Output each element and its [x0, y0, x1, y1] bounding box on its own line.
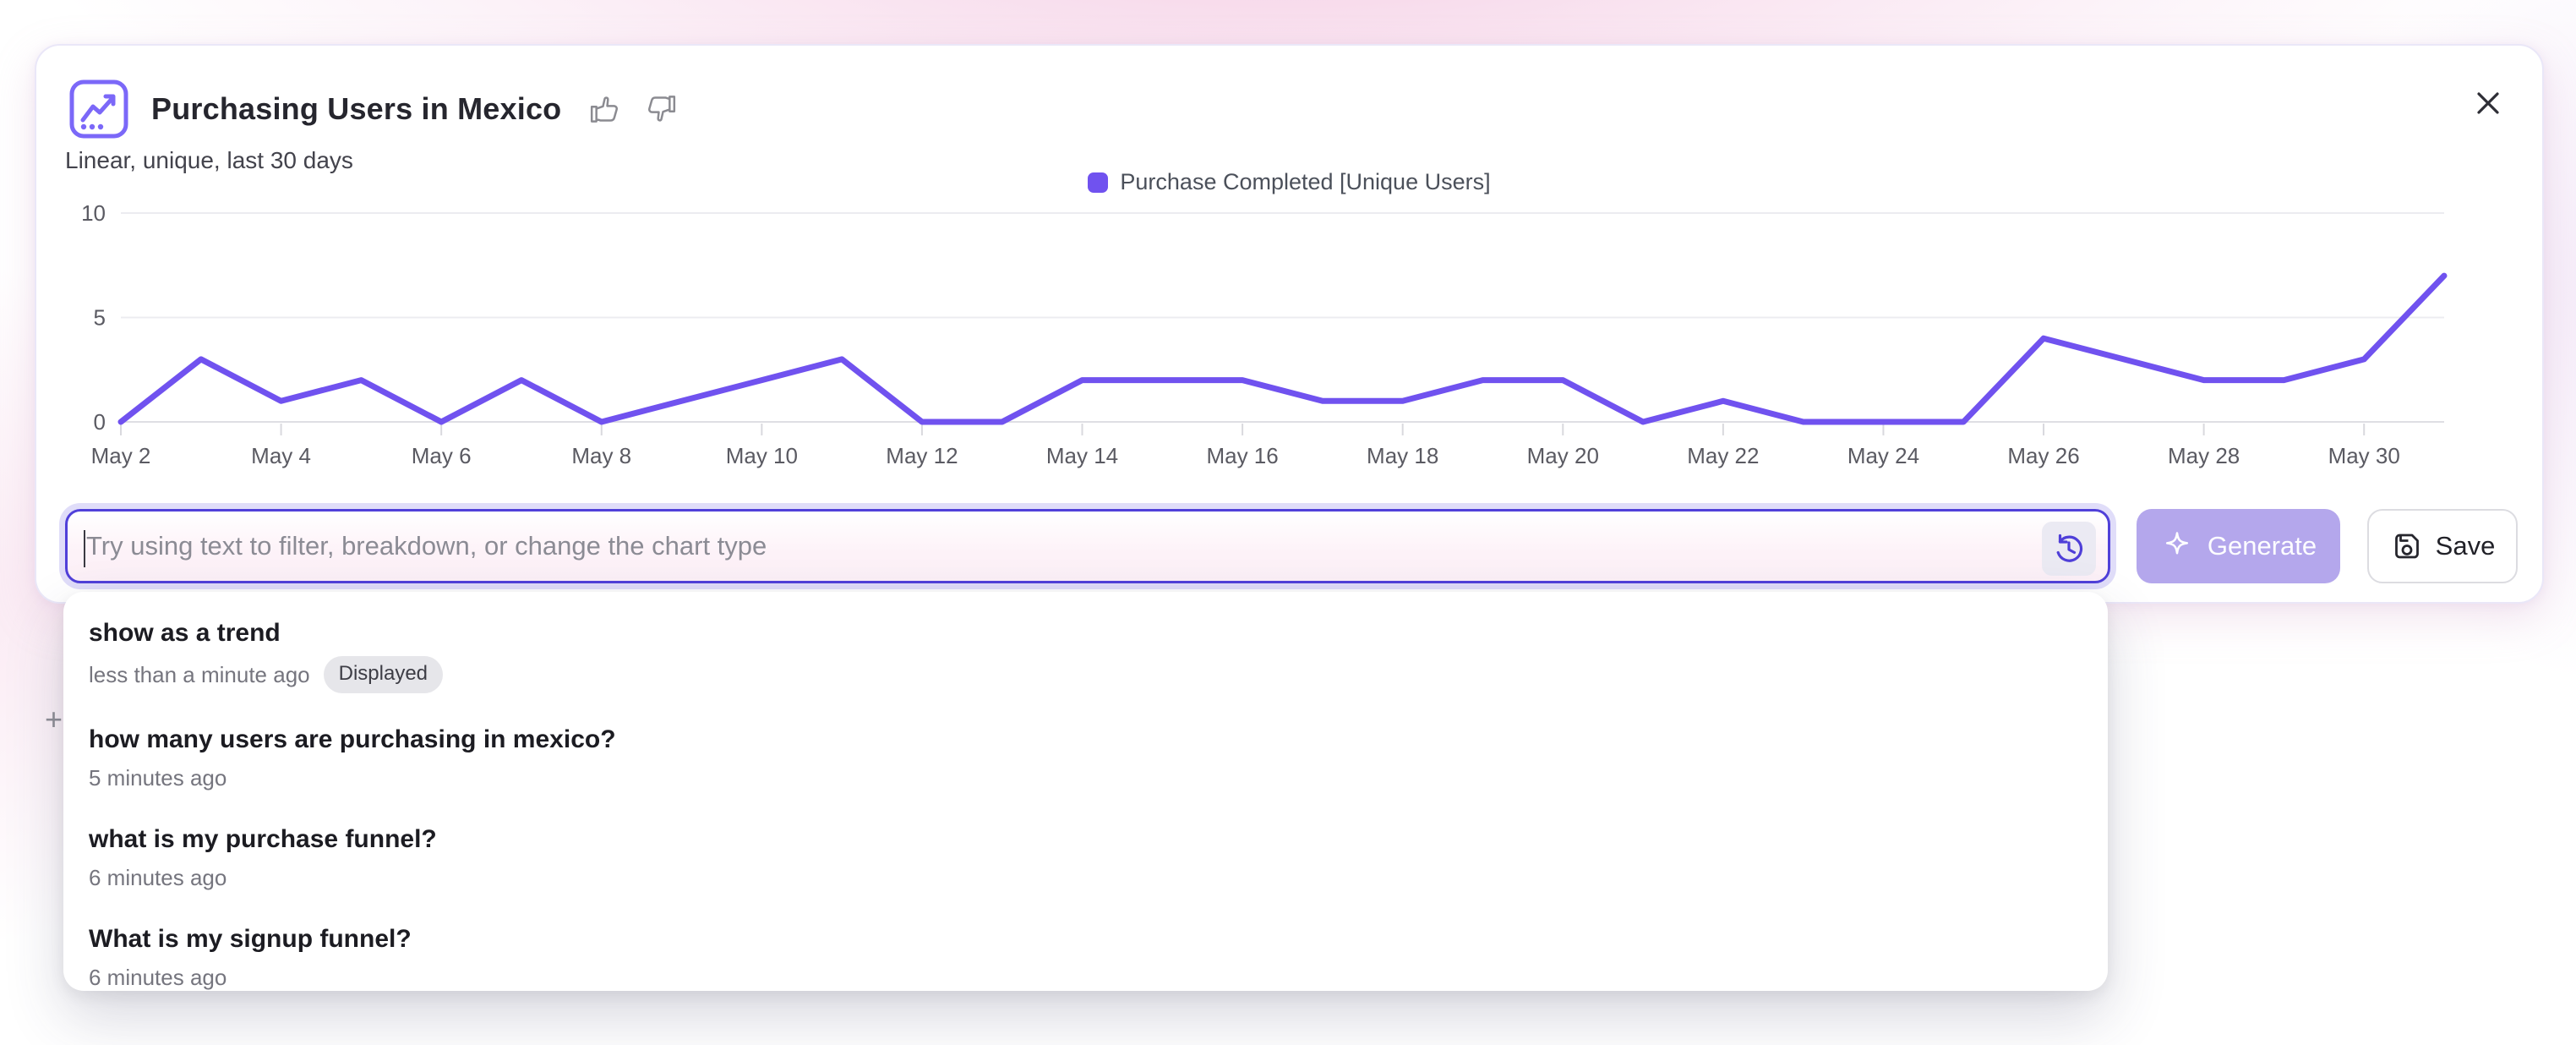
- thumbs-up-button[interactable]: [583, 90, 622, 129]
- ai-prompt-input[interactable]: [68, 512, 2108, 581]
- page: { "header": { "title": "Purchasing Users…: [0, 0, 2576, 1045]
- svg-text:May 14: May 14: [1046, 443, 1118, 468]
- svg-text:May 8: May 8: [571, 443, 631, 468]
- svg-text:May 28: May 28: [2168, 443, 2240, 468]
- page-title: Purchasing Users in Mexico: [151, 91, 561, 127]
- history-item[interactable]: What is my signup funnel? 6 minutes ago: [63, 906, 2108, 1006]
- prompt-row: Generate Save: [65, 509, 2518, 583]
- svg-text:May 30: May 30: [2328, 443, 2400, 468]
- history-query: how many users are purchasing in mexico?: [89, 724, 2082, 756]
- legend-label: Purchase Completed [Unique Users]: [1120, 169, 1490, 195]
- close-button[interactable]: [2464, 79, 2512, 127]
- svg-text:10: 10: [81, 200, 106, 226]
- history-query: show as a trend: [89, 617, 2082, 649]
- card-header: Purchasing Users in Mexico: [65, 74, 683, 144]
- text-cursor: [84, 530, 85, 567]
- svg-text:5: 5: [94, 305, 106, 331]
- history-item[interactable]: how many users are purchasing in mexico?…: [63, 707, 2108, 807]
- plus-glyph: +: [45, 702, 63, 737]
- history-time: 5 minutes ago: [89, 763, 226, 793]
- svg-text:May 16: May 16: [1206, 443, 1278, 468]
- svg-text:May 22: May 22: [1687, 443, 1759, 468]
- svg-text:May 6: May 6: [412, 443, 472, 468]
- history-item[interactable]: what is my purchase funnel? 6 minutes ag…: [63, 807, 2108, 906]
- generate-label: Generate: [2208, 531, 2317, 561]
- history-time: 6 minutes ago: [89, 862, 226, 893]
- history-query: what is my purchase funnel?: [89, 823, 2082, 856]
- svg-text:May 26: May 26: [2007, 443, 2079, 468]
- sparkle-icon: [2160, 529, 2194, 563]
- svg-text:May 24: May 24: [1847, 443, 1919, 468]
- close-icon: [2469, 84, 2508, 123]
- svg-text:May 12: May 12: [886, 443, 958, 468]
- save-button[interactable]: Save: [2367, 509, 2518, 583]
- svg-text:May 4: May 4: [251, 443, 311, 468]
- svg-text:May 18: May 18: [1367, 443, 1438, 468]
- save-icon: [2390, 529, 2424, 563]
- displayed-badge: Displayed: [324, 656, 443, 693]
- thumbs-down-button[interactable]: [644, 90, 683, 129]
- history-time: less than a minute ago: [89, 659, 310, 690]
- line-chart-icon: [65, 75, 133, 143]
- chart-legend: Purchase Completed [Unique Users]: [36, 169, 2542, 195]
- svg-text:0: 0: [94, 409, 106, 435]
- generate-button[interactable]: Generate: [2137, 509, 2340, 583]
- chart-card: 0 5 10 May 2 May 4 May 6 May 8 May 10 May 12 May …: [35, 44, 2544, 604]
- history-button[interactable]: [2042, 522, 2096, 576]
- history-item[interactable]: show as a trend less than a minute ago D…: [63, 600, 2108, 707]
- history-dropdown: show as a trend less than a minute ago D…: [63, 592, 2108, 991]
- svg-text:May 2: May 2: [91, 443, 151, 468]
- ai-prompt-field: [65, 509, 2110, 583]
- history-query: What is my signup funnel?: [89, 923, 2082, 955]
- svg-text:May 20: May 20: [1527, 443, 1599, 468]
- history-time: 6 minutes ago: [89, 962, 226, 993]
- save-label: Save: [2436, 531, 2496, 561]
- svg-text:May 10: May 10: [726, 443, 798, 468]
- history-icon: [2052, 532, 2086, 566]
- legend-swatch: [1088, 172, 1108, 193]
